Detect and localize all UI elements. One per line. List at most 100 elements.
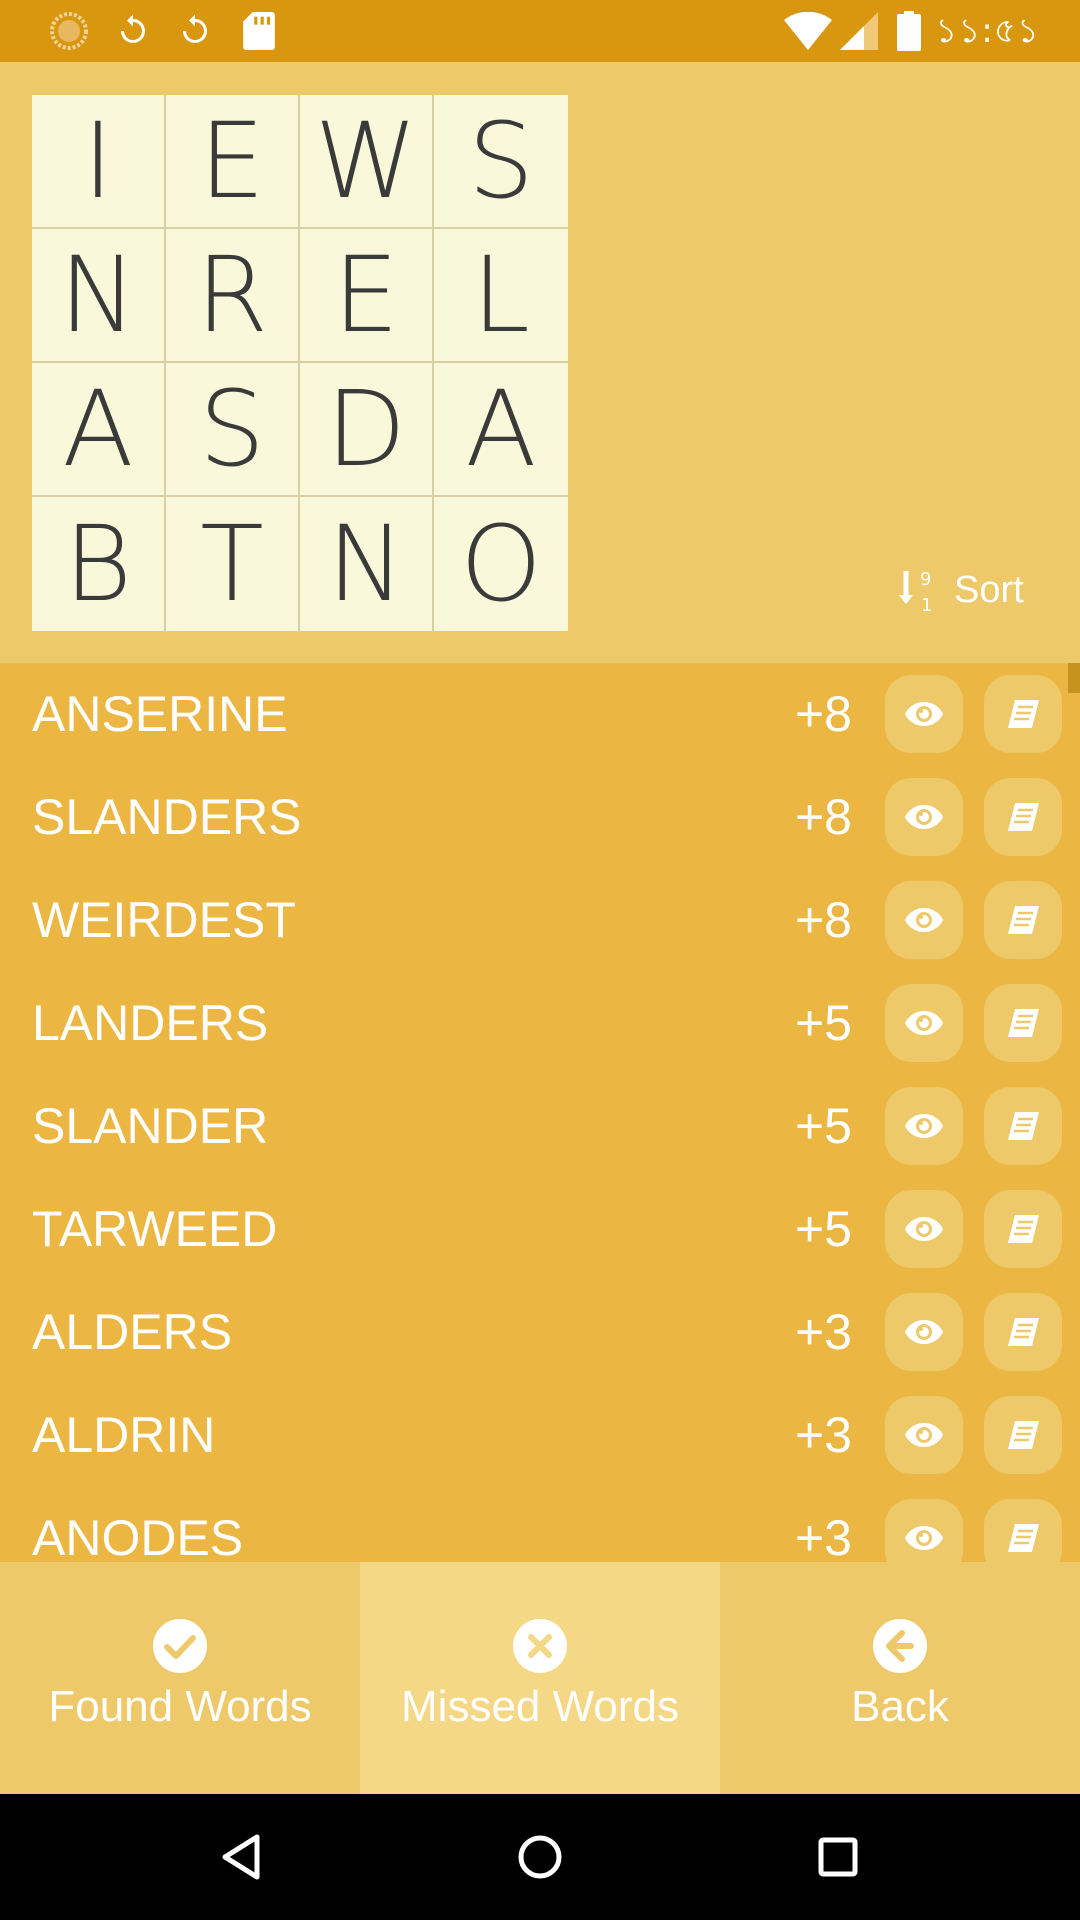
eye-icon bbox=[905, 805, 943, 829]
back-nav-icon[interactable] bbox=[211, 1827, 271, 1887]
eye-icon bbox=[905, 1217, 943, 1241]
letter-tile: R bbox=[166, 229, 300, 363]
loading-icon bbox=[46, 8, 92, 54]
list-item: SLANDER +5 bbox=[0, 1075, 1080, 1178]
word-text: WEIRDEST bbox=[32, 892, 296, 948]
dictionary-button[interactable] bbox=[984, 1499, 1062, 1562]
book-icon bbox=[1008, 1318, 1039, 1346]
status-time: ১১:৫১ bbox=[935, 11, 1040, 51]
sync-icon bbox=[172, 8, 218, 54]
eye-icon bbox=[905, 908, 943, 932]
dictionary-button[interactable] bbox=[984, 1396, 1062, 1474]
word-text: ANSERINE bbox=[32, 686, 288, 742]
eye-icon bbox=[905, 702, 943, 726]
sort-numeric-icon: 9 1 bbox=[896, 565, 940, 616]
book-icon bbox=[1008, 1112, 1039, 1140]
list-item: TARWEED +5 bbox=[0, 1178, 1080, 1281]
letter-tile: B bbox=[32, 497, 166, 631]
dictionary-button[interactable] bbox=[984, 778, 1062, 856]
status-bar: ১১:৫১ bbox=[0, 0, 1080, 62]
recents-nav-icon[interactable] bbox=[808, 1827, 868, 1887]
book-icon bbox=[1008, 1524, 1039, 1552]
letter-tile: S bbox=[434, 95, 568, 229]
letter-tile: E bbox=[300, 229, 434, 363]
sync-icon bbox=[110, 8, 156, 54]
show-word-button[interactable] bbox=[885, 778, 963, 856]
dictionary-button[interactable] bbox=[984, 881, 1062, 959]
book-icon bbox=[1008, 1215, 1039, 1243]
word-text: ALDRIN bbox=[32, 1407, 216, 1463]
dictionary-button[interactable] bbox=[984, 1190, 1062, 1268]
bottom-tab-bar: Found Words Missed Words Back bbox=[0, 1562, 1080, 1794]
arrow-left-circle-icon bbox=[872, 1618, 928, 1674]
letter-grid: I E W S N R E L A S D A B T N O bbox=[32, 95, 568, 631]
letter-tile: N bbox=[32, 229, 166, 363]
list-item: ANODES +3 bbox=[0, 1487, 1080, 1562]
dictionary-button[interactable] bbox=[984, 1293, 1062, 1371]
dictionary-button[interactable] bbox=[984, 1087, 1062, 1165]
show-word-button[interactable] bbox=[885, 675, 963, 753]
home-nav-icon[interactable] bbox=[510, 1827, 570, 1887]
letter-tile: A bbox=[434, 363, 568, 497]
book-icon bbox=[1008, 1421, 1039, 1449]
dictionary-button[interactable] bbox=[984, 675, 1062, 753]
letter-tile: W bbox=[300, 95, 434, 229]
dictionary-button[interactable] bbox=[984, 984, 1062, 1062]
navigation-bar bbox=[0, 1794, 1080, 1920]
word-score: +5 bbox=[794, 995, 852, 1051]
sort-button[interactable]: 9 1 Sort bbox=[896, 560, 1024, 620]
wifi-icon bbox=[782, 8, 834, 54]
show-word-button[interactable] bbox=[885, 1293, 963, 1371]
word-text: SLANDER bbox=[32, 1098, 269, 1154]
show-word-button[interactable] bbox=[885, 881, 963, 959]
letter-tile: S bbox=[166, 363, 300, 497]
svg-text:9: 9 bbox=[920, 569, 931, 590]
list-item: ALDRIN +3 bbox=[0, 1384, 1080, 1487]
eye-icon bbox=[905, 1114, 943, 1138]
letter-tile: I bbox=[32, 95, 166, 229]
word-text: LANDERS bbox=[32, 995, 269, 1051]
battery-icon bbox=[892, 8, 926, 54]
cell-signal-icon bbox=[838, 8, 880, 54]
tab-label: Back bbox=[851, 1682, 949, 1731]
word-score: +8 bbox=[794, 892, 852, 948]
eye-icon bbox=[905, 1526, 943, 1550]
book-icon bbox=[1008, 1009, 1039, 1037]
missed-words-list[interactable]: ANSERINE +8 SLANDERS +8 WEIRDEST +8 LAND… bbox=[0, 663, 1080, 1562]
tab-label: Missed Words bbox=[401, 1682, 679, 1731]
word-score: +8 bbox=[794, 789, 852, 845]
tab-back[interactable]: Back bbox=[720, 1562, 1080, 1794]
eye-icon bbox=[905, 1011, 943, 1035]
book-icon bbox=[1008, 906, 1039, 934]
word-score: +3 bbox=[794, 1304, 852, 1360]
show-word-button[interactable] bbox=[885, 1087, 963, 1165]
letter-tile: O bbox=[460, 503, 542, 625]
list-item: ANSERINE +8 bbox=[0, 663, 1080, 766]
tab-missed-words[interactable]: Missed Words bbox=[360, 1562, 720, 1794]
show-word-button[interactable] bbox=[885, 1190, 963, 1268]
sd-card-icon bbox=[236, 8, 282, 54]
tab-label: Found Words bbox=[48, 1682, 312, 1731]
list-item: LANDERS +5 bbox=[0, 972, 1080, 1075]
word-text: ANODES bbox=[32, 1510, 244, 1562]
eye-icon bbox=[905, 1423, 943, 1447]
list-item: WEIRDEST +8 bbox=[0, 869, 1080, 972]
letter-tile: N bbox=[300, 497, 434, 631]
show-word-button[interactable] bbox=[885, 984, 963, 1062]
letter-tile: E bbox=[166, 95, 300, 229]
word-text: TARWEED bbox=[32, 1201, 278, 1257]
show-word-button[interactable] bbox=[885, 1396, 963, 1474]
word-score: +5 bbox=[794, 1098, 852, 1154]
eye-icon bbox=[905, 1320, 943, 1344]
book-icon bbox=[1008, 700, 1039, 728]
show-word-button[interactable] bbox=[885, 1499, 963, 1562]
board-panel: I E W S N R E L A S D A B T N O 9 1 Sort bbox=[0, 62, 1080, 663]
letter-tile: D bbox=[300, 363, 434, 497]
word-text: SLANDERS bbox=[32, 789, 302, 845]
x-circle-icon bbox=[512, 1618, 568, 1674]
word-text: ALDERS bbox=[32, 1304, 233, 1360]
letter-tile: T bbox=[166, 497, 300, 631]
tab-found-words[interactable]: Found Words bbox=[0, 1562, 360, 1794]
list-item: ALDERS +3 bbox=[0, 1281, 1080, 1384]
word-score: +3 bbox=[794, 1510, 852, 1562]
